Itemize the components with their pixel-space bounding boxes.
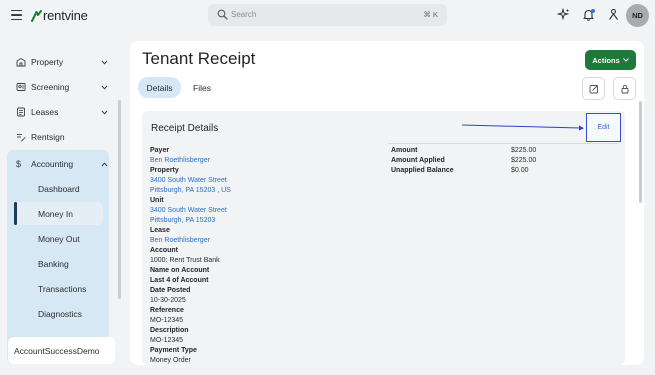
search-placeholder: Search <box>231 10 257 19</box>
building-icon <box>16 57 26 67</box>
search-icon <box>217 9 228 20</box>
sidebar-item-label: Rentsign <box>31 132 65 142</box>
amount-applied-value: $225.00 <box>511 157 537 164</box>
receipt-details-panel: Receipt Details Edit Payer Ben Roethlisb… <box>142 111 625 365</box>
active-indicator <box>14 202 17 225</box>
account-value: 1000: Rent Trust Bank <box>150 257 220 264</box>
unit-link-line2[interactable]: Pittsburgh, PA 15203 <box>150 217 215 224</box>
chevron-up-icon <box>101 161 108 166</box>
lease-link[interactable]: Ben Roethlisberger <box>150 237 210 244</box>
user-icon[interactable] <box>607 8 620 21</box>
search-input[interactable]: Search ⌘ K <box>208 4 447 26</box>
amount-label: Amount <box>391 147 418 154</box>
sidebar-item-label: Property <box>31 57 64 67</box>
chevron-down-icon <box>101 110 108 115</box>
unit-link-line1[interactable]: 3400 South Water Street <box>150 207 227 214</box>
rentsign-icon <box>17 134 26 142</box>
sidebar-subitem-banking[interactable]: Banking <box>14 252 103 275</box>
sidebar-subitem-diagnostics[interactable]: Diagnostics <box>14 302 103 325</box>
sidebar: Property Screening Leases Rentsign $ Acc… <box>0 31 122 375</box>
date-posted-label: Date Posted <box>150 287 191 294</box>
avatar[interactable]: ND <box>626 4 649 27</box>
edit-icon <box>589 84 598 93</box>
payment-type-value: Money Order <box>150 357 191 364</box>
sidebar-item-label: Accounting <box>31 159 74 169</box>
amounts-divider <box>388 143 618 144</box>
sidebar-subitem-money-out[interactable]: Money Out <box>14 227 103 250</box>
lease-label: Lease <box>150 227 170 234</box>
sidebar-item-leases[interactable]: Leases <box>8 100 108 124</box>
reference-label: Reference <box>150 307 184 314</box>
payer-link[interactable]: Ben Roethlisberger <box>150 157 210 164</box>
sidebar-item-property[interactable]: Property <box>8 50 108 74</box>
last4-label: Last 4 of Account <box>150 277 209 284</box>
unit-label: Unit <box>150 197 164 204</box>
receipt-details-title: Receipt Details <box>151 123 219 134</box>
description-value: MO-12345 <box>150 337 184 344</box>
tab-details[interactable]: Details <box>138 77 181 98</box>
sidebar-item-screening[interactable]: Screening <box>8 75 108 99</box>
unapplied-balance-label: Unapplied Balance <box>391 167 454 174</box>
description-label: Description <box>150 327 189 334</box>
account-switcher[interactable]: AccountSuccessDemo <box>8 337 115 364</box>
sidebar-subitem-label: Banking <box>38 258 69 269</box>
sidebar-subitem-label: Diagnostics <box>38 308 82 319</box>
unapplied-balance-value: $0.00 <box>511 167 529 174</box>
logo-text: rentvine <box>43 8 88 23</box>
sidebar-item-label: Screening <box>31 82 70 92</box>
rentvine-logo-icon <box>31 9 42 22</box>
sidebar-subitem-label: Money Out <box>38 233 80 244</box>
lock-button[interactable] <box>613 77 636 100</box>
search-shortcut: ⌘ K <box>423 10 438 19</box>
property-label: Property <box>150 167 179 174</box>
menu-icon[interactable] <box>11 10 22 20</box>
sidebar-subitem-label: Dashboard <box>38 183 80 194</box>
page-title: Tenant Receipt <box>142 49 256 68</box>
sidebar-subitem-label: Transactions <box>38 283 87 294</box>
actions-label: Actions <box>592 55 620 65</box>
lock-icon <box>621 84 628 93</box>
annotation-arrow <box>461 124 584 131</box>
reference-value: MO-12345 <box>150 317 184 324</box>
date-posted-value: 10-30-2025 <box>150 297 186 304</box>
property-link-line1[interactable]: 3400 South Water Street <box>150 177 227 184</box>
property-link-line2[interactable]: Pittsburgh, PA 15203 , US <box>150 187 231 194</box>
top-bar: rentvine Search ⌘ K ND <box>0 0 655 31</box>
account-label: Account <box>150 247 178 254</box>
screening-icon <box>16 83 26 91</box>
edit-note-button[interactable] <box>582 77 605 100</box>
sidebar-subitem-label: Money In <box>38 208 73 219</box>
sidebar-item-accounting[interactable]: $ Accounting <box>8 152 108 176</box>
sidebar-item-rentsign[interactable]: Rentsign <box>8 125 108 149</box>
sidebar-subitem-money-in[interactable]: Money In <box>14 202 103 225</box>
chevron-down-icon <box>101 85 108 90</box>
payment-type-label: Payment Type <box>150 347 197 354</box>
payer-label: Payer <box>150 147 170 154</box>
sidebar-subitem-transactions[interactable]: Transactions <box>14 277 103 300</box>
sidebar-scrollbar[interactable] <box>118 100 121 299</box>
lease-icon <box>17 107 25 117</box>
amount-value: $225.00 <box>511 147 537 154</box>
tab-files[interactable]: Files <box>186 77 218 98</box>
sidebar-item-hidden[interactable] <box>8 31 108 43</box>
sidebar-item-label: Leases <box>31 107 59 117</box>
chevron-down-icon <box>622 58 629 62</box>
main-panel: Tenant Receipt Actions Details Files Rec… <box>130 41 644 365</box>
edit-button[interactable]: Edit <box>586 113 621 142</box>
main-scrollbar[interactable] <box>639 101 642 203</box>
sparkle-icon[interactable] <box>557 8 570 21</box>
chevron-down-icon <box>101 60 108 65</box>
notification-dot <box>591 9 595 13</box>
app-logo[interactable]: rentvine <box>31 8 88 23</box>
actions-button[interactable]: Actions <box>585 50 636 70</box>
name-on-account-label: Name on Account <box>150 267 210 274</box>
sidebar-subitem-dashboard[interactable]: Dashboard <box>14 177 103 200</box>
amount-applied-label: Amount Applied <box>391 157 445 164</box>
dollar-icon: $ <box>16 159 22 169</box>
